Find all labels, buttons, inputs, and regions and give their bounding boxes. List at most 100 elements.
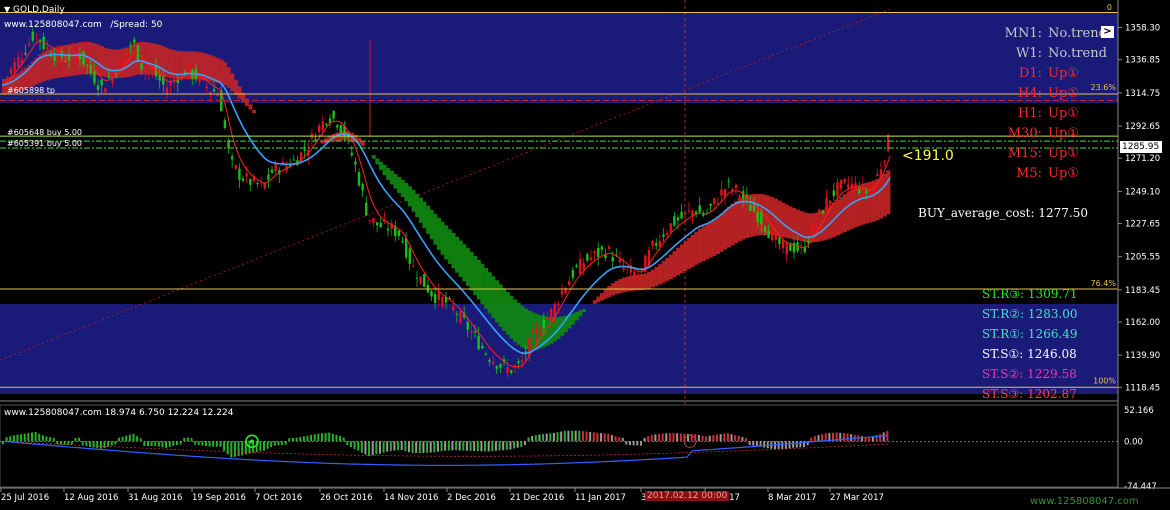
fib-100-label: 100% <box>1093 376 1116 385</box>
price-tick-label: 1314.75 <box>1125 89 1160 99</box>
sub-histogram-bar <box>226 441 229 455</box>
cloud-slice <box>505 292 510 335</box>
sub-histogram-bar <box>487 441 490 452</box>
watermark: www.125808047.com <box>1030 496 1139 507</box>
sub-histogram-bar <box>212 441 215 447</box>
cloud-slice <box>842 194 847 233</box>
cloud-slice <box>96 44 101 76</box>
candle-body <box>589 257 593 260</box>
menu-triangle-icon[interactable]: ▼ <box>4 5 10 14</box>
candle-body <box>151 70 154 73</box>
candle-body <box>430 290 433 297</box>
sub-histogram-bar <box>795 441 798 448</box>
candle-body <box>6 76 9 79</box>
candle-body <box>317 125 321 132</box>
cloud-slice <box>447 229 452 264</box>
fib-23-label: 23.6% <box>1091 83 1117 92</box>
cloud-slice <box>784 204 789 238</box>
sub-histogram-bar <box>665 433 668 442</box>
candle-body <box>187 64 190 70</box>
sub-histogram-bar <box>281 441 284 445</box>
sub-tick-label: 52.166 <box>1124 406 1154 416</box>
candle-body <box>459 310 462 323</box>
sub-histogram-bar <box>310 434 313 442</box>
trend-toggle-button[interactable]: > <box>1101 26 1114 38</box>
sub-histogram-bar <box>168 441 171 447</box>
cloud-slice <box>592 300 597 304</box>
cloud-slice <box>223 62 228 86</box>
cloud-slice <box>400 179 405 197</box>
sub-histogram-bar <box>328 432 331 442</box>
current-price-tag: 1285.95 <box>1120 141 1162 153</box>
sub-histogram-bar <box>422 441 425 453</box>
cloud-slice <box>411 189 416 212</box>
sub-histogram-bar <box>661 433 664 442</box>
time-tick-label: 2 Dec 2016 <box>447 493 496 503</box>
candle-body <box>96 85 100 90</box>
cloud-slice <box>734 200 739 244</box>
sub-histogram-bar <box>600 433 603 442</box>
sub-histogram-bar <box>49 437 52 442</box>
candle-body <box>499 363 502 368</box>
cloud-slice <box>462 244 467 282</box>
price-tick-label: 1118.45 <box>1125 383 1160 393</box>
candle-body <box>241 178 245 181</box>
candle-body <box>571 269 575 278</box>
candle-body <box>386 228 390 231</box>
candle-body <box>771 229 774 241</box>
sub-histogram-bar <box>215 441 218 447</box>
sub-histogram-bar <box>404 441 407 452</box>
candle-body <box>676 217 680 221</box>
candle-body <box>56 48 60 58</box>
price-chart[interactable]: #605898 tp #605648 buy 5.00 #605391 buy 5.… <box>0 0 1170 510</box>
sub-histogram-bar <box>241 441 244 456</box>
candle-body <box>792 242 796 253</box>
candle-body <box>491 361 495 364</box>
sub-histogram-bar <box>632 441 635 446</box>
candle-body <box>578 258 582 274</box>
cloud-slice <box>484 268 489 309</box>
cloud-slice <box>494 280 499 323</box>
price-tick-label: 1249.10 <box>1125 187 1160 197</box>
sub-histogram-bar <box>578 430 581 442</box>
mt4-chart-window[interactable]: #605898 tp #605648 buy 5.00 #605391 buy 5.… <box>0 0 1170 510</box>
sub-histogram-bar <box>639 441 642 446</box>
sub-histogram-bar <box>34 432 37 442</box>
order-label: #605898 tp <box>7 86 55 95</box>
candle-body <box>336 125 339 128</box>
time-tick-label: 12 Aug 2016 <box>64 493 118 503</box>
candle-body <box>542 319 546 329</box>
candle-body <box>857 188 861 194</box>
candle-body <box>655 243 658 246</box>
candle-body <box>212 89 216 92</box>
trend-tf-label: H4: <box>1018 86 1042 101</box>
sub-histogram-bar <box>545 433 548 442</box>
candle-body <box>143 71 147 73</box>
st-level-label: ST.R③: 1309.71 <box>982 287 1078 301</box>
cloud-slice <box>469 251 474 291</box>
cloud-slice <box>665 257 670 281</box>
candle-body <box>365 202 368 216</box>
sub-histogram-bar <box>121 436 124 442</box>
cloud-slice <box>668 254 673 280</box>
sub-histogram-bar <box>415 441 418 454</box>
time-tick-label: 11 Jan 2017 <box>575 493 626 503</box>
sub-histogram-bar <box>538 434 541 442</box>
sub-histogram-bar <box>375 441 378 455</box>
sub-histogram-bar <box>179 441 182 445</box>
cloud-slice <box>846 191 851 231</box>
sub-histogram-bar <box>850 434 853 442</box>
candle-body <box>292 159 295 161</box>
sub-histogram-bar <box>462 441 465 451</box>
candle-body <box>379 222 382 228</box>
candle-body <box>810 224 814 235</box>
sub-histogram-bar <box>364 441 367 455</box>
candle-body <box>397 230 401 237</box>
sub-histogram-bar <box>792 441 795 448</box>
cloud-slice <box>146 42 152 75</box>
cloud-slice <box>658 264 663 285</box>
cloud-slice <box>882 173 887 217</box>
sub-histogram-bar <box>817 435 820 442</box>
sub-histogram-bar <box>879 434 882 442</box>
trend-tf-label: M5: <box>1016 166 1042 181</box>
